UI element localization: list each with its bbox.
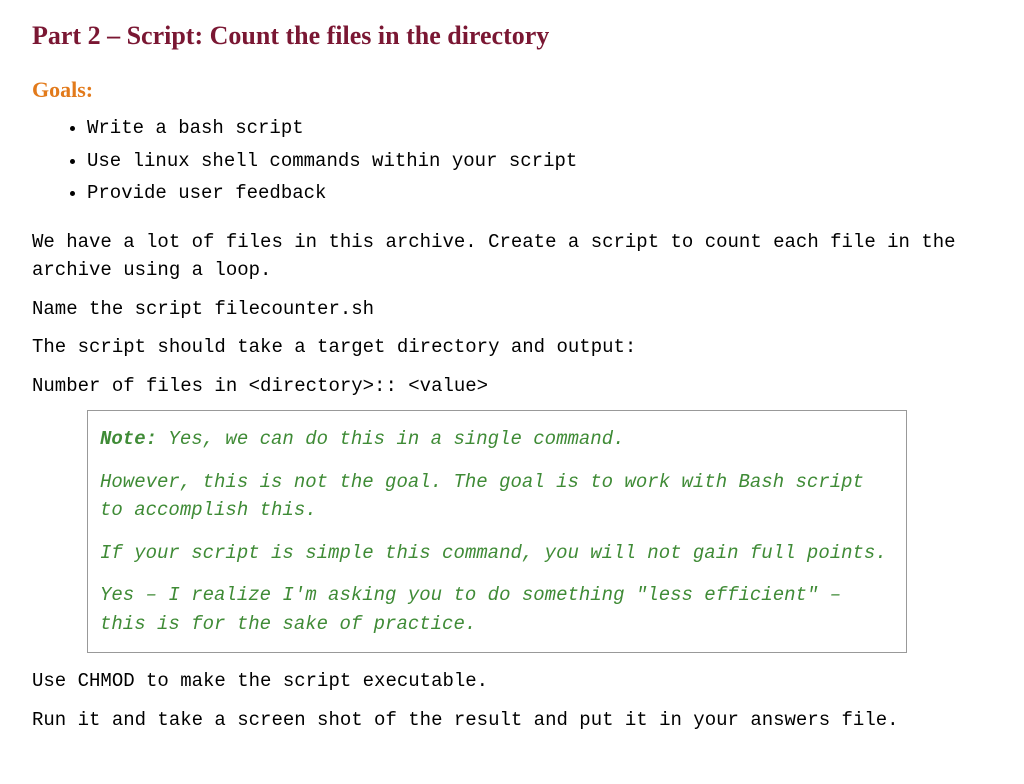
- goals-list: Write a bash script Use linux shell comm…: [32, 112, 992, 210]
- script-spec-line: The script should take a target director…: [32, 333, 992, 362]
- intro-paragraph: We have a lot of files in this archive. …: [32, 228, 992, 285]
- list-item: Use linux shell commands within your scr…: [87, 145, 992, 178]
- note-p4: Yes – I realize I'm asking you to do som…: [100, 581, 894, 638]
- script-name-line: Name the script filecounter.sh: [32, 295, 992, 324]
- chmod-line: Use CHMOD to make the script executable.: [32, 667, 992, 696]
- page-title: Part 2 – Script: Count the files in the …: [32, 16, 992, 55]
- list-item: Provide user feedback: [87, 177, 992, 210]
- note-p1-rest: Yes, we can do this in a single command.: [157, 428, 624, 450]
- note-p3: If your script is simple this command, y…: [100, 539, 894, 568]
- note-p2: However, this is not the goal. The goal …: [100, 468, 894, 525]
- note-box: Note: Yes, we can do this in a single co…: [87, 410, 907, 653]
- output-spec-line: Number of files in <directory>:: <value>: [32, 372, 992, 401]
- note-p1: Note: Yes, we can do this in a single co…: [100, 425, 894, 454]
- list-item: Write a bash script: [87, 112, 992, 145]
- goals-heading: Goals:: [32, 73, 992, 106]
- run-line: Run it and take a screen shot of the res…: [32, 706, 992, 735]
- note-label: Note:: [100, 428, 157, 450]
